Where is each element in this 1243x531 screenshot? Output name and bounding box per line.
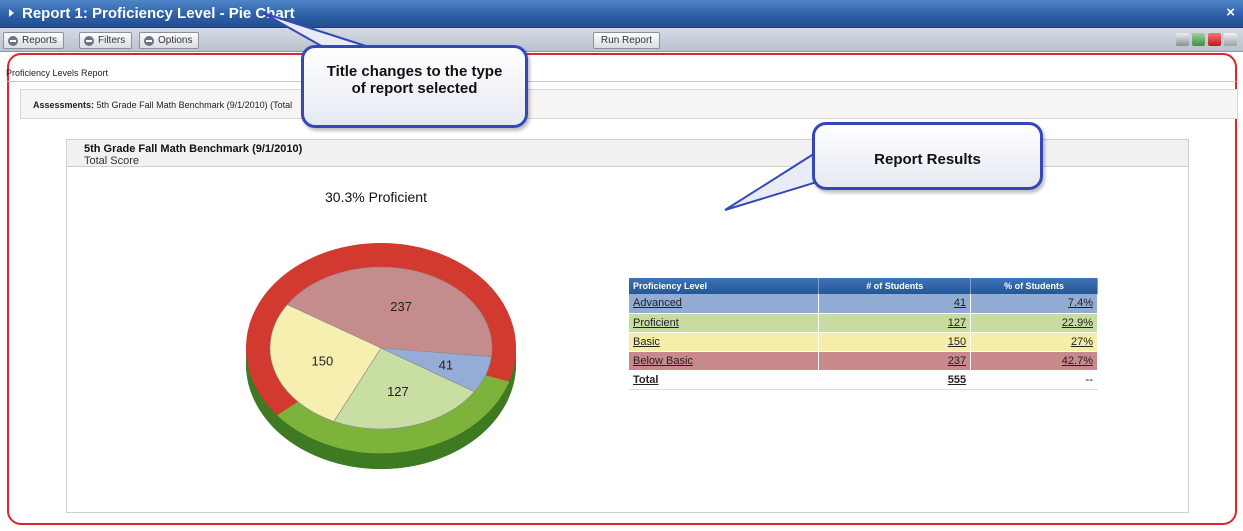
table-row: Below Basic 237 42.7% bbox=[629, 351, 1098, 371]
title-callout: Title changes to the type of report sele… bbox=[301, 45, 528, 128]
window-title: Report 1: Proficiency Level - Pie Chart bbox=[22, 5, 295, 22]
students-link-below-basic[interactable]: 237 bbox=[948, 355, 966, 367]
table-row: Proficient 127 22.9% bbox=[629, 313, 1098, 333]
title-callout-text: Title changes to the type of report sele… bbox=[326, 63, 503, 97]
filters-button-label: Filters bbox=[98, 35, 126, 46]
toolbar: Reports Filters Options Run Report bbox=[0, 28, 1243, 52]
proficiency-table: Proficiency Level # of Students % of Stu… bbox=[629, 278, 1098, 390]
students-link-advanced[interactable]: 41 bbox=[954, 297, 966, 309]
toolbar-icons bbox=[1176, 33, 1237, 46]
level-link-below-basic[interactable]: Below Basic bbox=[633, 355, 693, 367]
percent-link-below-basic[interactable]: 42.7% bbox=[1062, 355, 1093, 367]
total-percent: -- bbox=[970, 370, 1098, 390]
level-link-basic[interactable]: Basic bbox=[633, 336, 660, 348]
run-report-button[interactable]: Run Report bbox=[593, 32, 660, 49]
table-row: Basic 150 27% bbox=[629, 332, 1098, 352]
options-button[interactable]: Options bbox=[139, 32, 200, 49]
students-link-proficient[interactable]: 127 bbox=[948, 317, 966, 329]
percent-link-basic[interactable]: 27% bbox=[1071, 336, 1093, 348]
minus-circle-icon bbox=[144, 35, 154, 46]
results-callout-text: Report Results bbox=[874, 151, 981, 168]
report-window: Report 1: Proficiency Level - Pie Chart … bbox=[0, 0, 1243, 531]
pdf-icon[interactable] bbox=[1208, 33, 1221, 46]
total-students-link[interactable]: 555 bbox=[948, 374, 966, 386]
assessments-bar: Assessments: 5th Grade Fall Math Benchma… bbox=[20, 89, 1238, 119]
expand-icon[interactable] bbox=[9, 9, 14, 17]
reports-button[interactable]: Reports bbox=[3, 32, 65, 49]
proficient-summary: 30.3% Proficient bbox=[325, 189, 427, 205]
export-icon[interactable] bbox=[1192, 33, 1205, 46]
table-row: Advanced 41 7.4% bbox=[629, 294, 1098, 314]
minus-circle-icon bbox=[8, 35, 18, 46]
header-percent: % of Students bbox=[970, 278, 1098, 294]
divider bbox=[6, 81, 1236, 82]
total-label-link[interactable]: Total bbox=[633, 374, 658, 386]
header-students: # of Students bbox=[818, 278, 972, 294]
options-button-label: Options bbox=[158, 35, 193, 46]
reports-button-label: Reports bbox=[22, 35, 58, 46]
printer-icon[interactable] bbox=[1224, 33, 1237, 46]
report-label: Proficiency Levels Report bbox=[6, 68, 109, 78]
level-link-advanced[interactable]: Advanced bbox=[633, 297, 682, 309]
close-icon[interactable]: × bbox=[1226, 4, 1235, 21]
students-link-basic[interactable]: 150 bbox=[948, 336, 966, 348]
level-link-proficient[interactable]: Proficient bbox=[633, 317, 679, 329]
print-icon[interactable] bbox=[1176, 33, 1189, 46]
percent-link-advanced[interactable]: 7.4% bbox=[1068, 297, 1093, 309]
filters-button[interactable]: Filters bbox=[79, 32, 133, 49]
assessments-label: Assessments: bbox=[33, 100, 95, 110]
assessments-value: 5th Grade Fall Math Benchmark (9/1/2010)… bbox=[96, 100, 293, 110]
results-callout: Report Results bbox=[812, 122, 1043, 190]
table-total-row: Total 555 -- bbox=[629, 370, 1098, 390]
percent-link-proficient[interactable]: 22.9% bbox=[1062, 317, 1093, 329]
window-titlebar: Report 1: Proficiency Level - Pie Chart … bbox=[0, 0, 1243, 28]
minus-circle-icon bbox=[84, 35, 94, 46]
table-header-row: Proficiency Level # of Students % of Stu… bbox=[629, 278, 1098, 294]
header-level: Proficiency Level bbox=[629, 278, 820, 294]
